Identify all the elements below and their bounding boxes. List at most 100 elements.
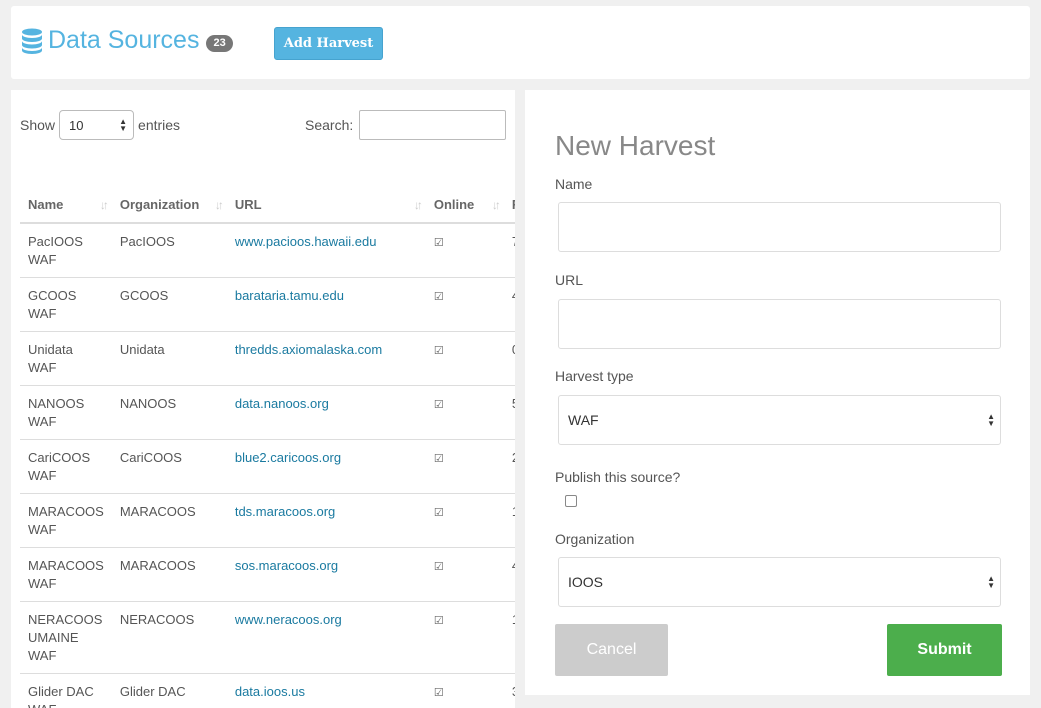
new-harvest-form: New Harvest Name URL Harvest type WAF ▲ ▼… — [525, 90, 1030, 695]
cell-online: ☑ — [425, 385, 504, 440]
cell-url: blue2.caricoos.org — [226, 439, 426, 494]
cell-name-line: WAF — [28, 252, 57, 267]
table-row: Unidata WAF Unidata thredds.axiomalaska.com… — [20, 331, 515, 386]
table-header-row: Name↓↑ Organization↓↑ URL↓↑ Online↓↑ R — [20, 187, 515, 224]
name-input[interactable] — [558, 202, 1001, 252]
cell-online: ☑ — [425, 439, 504, 494]
url-input[interactable] — [558, 299, 1001, 349]
cell-online: ☑ — [425, 277, 504, 332]
organization-label: Organization — [555, 531, 635, 547]
sort-icon: ↓↑ — [413, 198, 423, 212]
cell-r: 4 — [503, 277, 515, 332]
url-link[interactable]: thredds.axiomalaska.com — [235, 342, 382, 357]
submit-button[interactable]: Submit — [887, 624, 1002, 676]
search-input[interactable] — [359, 110, 507, 140]
cell-name-line: NERACOOS — [28, 612, 103, 627]
cell-name-line: Glider DAC — [28, 684, 94, 699]
table-row: PacIOOS WAF PacIOOS www.pacioos.hawaii.edu ☑… — [20, 223, 515, 278]
form-title: New Harvest — [555, 130, 716, 161]
cell-organization: GCOOS — [111, 277, 227, 332]
publish-checkbox[interactable] — [565, 495, 577, 507]
cell-name-line: MARACOOS — [28, 504, 104, 519]
cell-r: 7 — [504, 223, 515, 278]
table-row: GCOOS WAF GCOOS barataria.tamu.edu ☑ 4 — [20, 277, 515, 332]
cell-r: 1 — [503, 601, 515, 674]
cell-name: MARACOOS WAF — [20, 493, 112, 548]
url-link[interactable]: www.pacioos.hawaii.edu — [235, 234, 377, 249]
check-icon: ☑ — [433, 345, 444, 357]
title-group: Data Sources 23 — [21, 26, 233, 55]
cell-r: 0 — [503, 331, 515, 386]
entries-control: Show 10 ▲ ▼ entries — [20, 110, 180, 140]
cell-r: 2 — [503, 439, 515, 494]
url-link[interactable]: tds.maracoos.org — [235, 504, 335, 519]
cell-name-line: GCOOS — [28, 288, 77, 303]
harvest-type-value: WAF — [568, 412, 599, 428]
check-icon: ☑ — [433, 561, 444, 573]
url-link[interactable]: data.nanoos.org — [235, 396, 329, 411]
cell-name: MARACOOS WAF — [20, 547, 112, 602]
cell-name-line: WAF — [28, 576, 57, 591]
name-label: Name — [555, 176, 593, 192]
url-label: URL — [555, 272, 584, 288]
url-link[interactable]: data.ioos.us — [235, 684, 305, 699]
cell-name: CariCOOS WAF — [20, 439, 112, 494]
cell-organization: CariCOOS — [111, 439, 227, 494]
cell-url: data.ioos.us — [226, 673, 426, 708]
organization-select[interactable]: IOOS ▲ ▼ — [558, 557, 1001, 607]
cell-url: tds.maracoos.org — [226, 493, 426, 548]
check-icon: ☑ — [433, 399, 444, 411]
column-header-name[interactable]: Name ↓↑ — [20, 187, 112, 224]
table-row: Glider DAC WAF Glider DAC data.ioos.us ☑ 3 — [20, 673, 515, 708]
select-arrows-icon: ▲ ▼ — [987, 574, 995, 590]
cell-online: ☑ — [425, 331, 504, 386]
add-harvest-button[interactable]: Add Harvest — [274, 27, 383, 60]
cell-url: www.neracoos.org — [226, 601, 426, 674]
check-icon: ☑ — [433, 687, 444, 699]
column-header-url[interactable]: URL ↓↑ — [226, 187, 426, 224]
header-panel: Data Sources 23 Add Harvest — [11, 6, 1030, 79]
search-control: Search: — [305, 110, 507, 140]
column-header-organization[interactable]: Organization ↓↑ — [111, 187, 227, 224]
cell-online: ☑ — [425, 601, 504, 674]
table-row: MARACOOS WAF MARACOOS sos.maracoos.org ☑ 4 — [20, 547, 515, 602]
cell-online: ☑ — [425, 493, 504, 548]
cell-url: sos.maracoos.org — [226, 547, 426, 602]
check-icon: ☑ — [433, 507, 444, 519]
cell-name: GCOOS WAF — [20, 277, 112, 332]
data-sources-table: Name↓↑ Organization↓↑ URL↓↑ Online↓↑ R P… — [20, 187, 515, 708]
cell-name: NERACOOS UMAINE WAF — [20, 601, 112, 674]
cell-name: NANOOS WAF — [20, 385, 112, 440]
cancel-button[interactable]: Cancel — [555, 624, 668, 676]
url-link[interactable]: blue2.caricoos.org — [235, 450, 341, 465]
cell-name-line: WAF — [28, 468, 57, 483]
count-badge: 23 — [206, 35, 233, 52]
cell-online: ☑ — [425, 547, 504, 602]
url-link[interactable]: www.neracoos.org — [235, 612, 342, 627]
check-icon: ☑ — [433, 453, 444, 465]
page-title: Data Sources — [48, 26, 200, 54]
show-label: Show — [20, 117, 56, 133]
cell-name: Glider DAC WAF — [20, 673, 112, 708]
column-header-r[interactable]: R — [503, 187, 515, 224]
cell-name-line: Unidata — [28, 342, 73, 357]
search-label: Search: — [305, 117, 354, 133]
cell-name-line: MARACOOS — [28, 558, 104, 573]
organization-value: IOOS — [568, 574, 604, 590]
cell-r: 3 — [503, 673, 515, 708]
cell-organization: MARACOOS — [111, 493, 227, 548]
cell-name-line: CariCOOS — [28, 450, 91, 465]
url-link[interactable]: sos.maracoos.org — [235, 558, 338, 573]
table-row: MARACOOS WAF MARACOOS tds.maracoos.org ☑ 1 — [20, 493, 515, 548]
sort-icon: ↓↑ — [214, 198, 224, 212]
select-arrows-icon: ▲ ▼ — [119, 117, 128, 133]
harvest-type-select[interactable]: WAF ▲ ▼ — [558, 395, 1001, 445]
cell-name-line: NANOOS — [28, 396, 85, 411]
table-row: NERACOOS UMAINE WAF NERACOOS www.neracoos.or… — [20, 601, 515, 674]
entries-select-value: 10 — [69, 117, 84, 133]
database-icon — [22, 28, 42, 54]
entries-select[interactable]: 10 ▲ ▼ — [59, 110, 135, 140]
cell-name-line: WAF — [28, 306, 57, 321]
url-link[interactable]: barataria.tamu.edu — [235, 288, 344, 303]
column-header-online[interactable]: Online ↓↑ — [425, 187, 504, 224]
